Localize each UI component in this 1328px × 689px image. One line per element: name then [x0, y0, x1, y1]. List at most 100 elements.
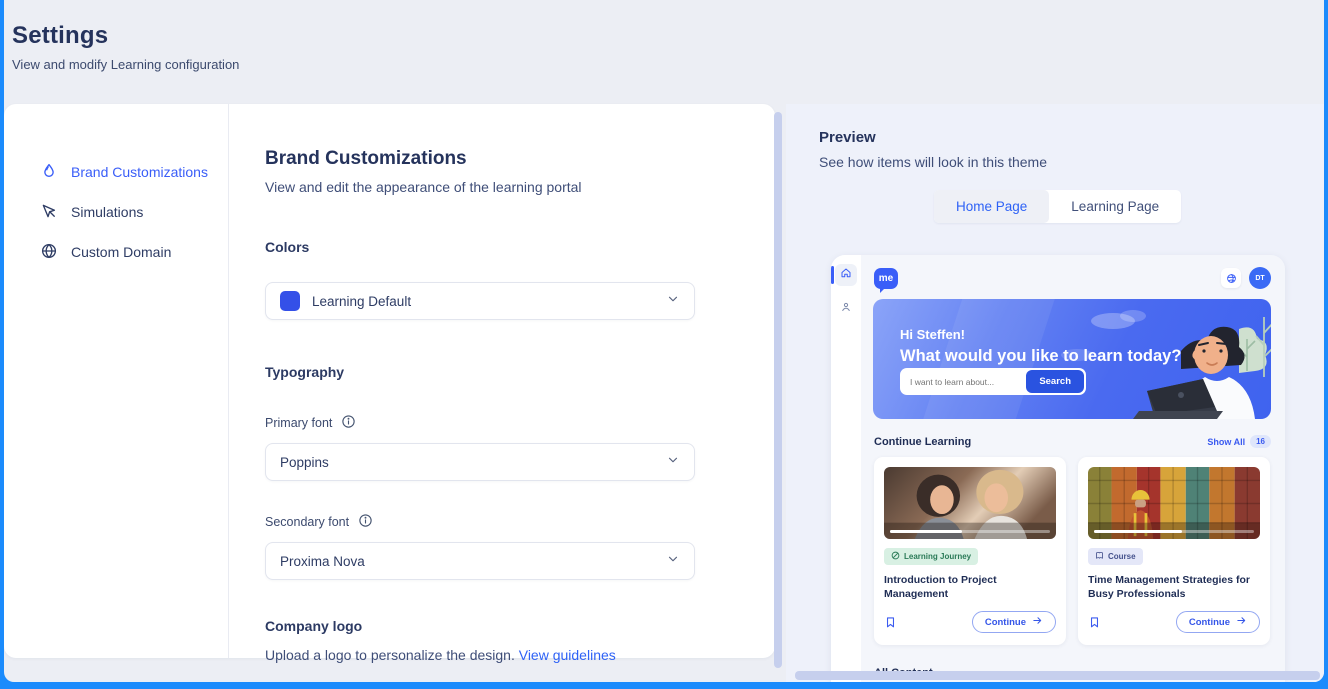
card-badge-label: Learning Journey: [904, 552, 971, 561]
page-title: Settings: [12, 22, 1324, 50]
primary-font-label-row: Primary font: [265, 414, 695, 432]
home-icon: [840, 266, 852, 284]
primary-font-value: Poppins: [280, 455, 329, 470]
portal-profile-nav[interactable]: [835, 298, 857, 320]
portal-hero-banner: Hi Steffen! What would you like to learn…: [873, 299, 1271, 419]
card-title: Time Management Strategies for Busy Prof…: [1088, 573, 1260, 601]
continue-learning-cards: Learning Journey Introduction to Project…: [874, 457, 1271, 645]
color-swatch: [280, 291, 300, 311]
portal-mini-sidebar: [831, 255, 861, 682]
arrow-right-icon: [1236, 615, 1247, 629]
hero-text: Hi Steffen! What would you like to learn…: [900, 327, 1181, 366]
hero-search-input[interactable]: [910, 377, 1026, 387]
preview-subtitle: See how items will look in this theme: [819, 154, 1324, 170]
show-all-link[interactable]: Show All 16: [1207, 435, 1271, 448]
primary-font-select[interactable]: Poppins: [265, 443, 695, 481]
chevron-down-icon: [666, 453, 680, 472]
card-thumbnail: [1088, 467, 1260, 539]
portal-home-nav[interactable]: [835, 264, 857, 286]
course-badge-icon: [1095, 551, 1104, 562]
secondary-font-label: Secondary font: [265, 515, 349, 529]
info-icon[interactable]: [341, 414, 356, 432]
arrow-right-icon: [1032, 615, 1043, 629]
colors-select-value: Learning Default: [312, 294, 411, 309]
card-progress-fill: [890, 530, 962, 533]
preview-tabs: Home Page Learning Page: [934, 190, 1181, 223]
portal-topbar-right: DT: [1221, 267, 1271, 289]
section-subtitle: View and edit the appearance of the lear…: [265, 179, 695, 195]
page-subtitle: View and modify Learning configuration: [12, 57, 1324, 72]
course-card-time-management[interactable]: Course Time Management Strategies for Bu…: [1078, 457, 1270, 645]
globe-icon: [40, 242, 58, 263]
colors-label: Colors: [265, 239, 695, 255]
primary-font-label: Primary font: [265, 416, 332, 430]
portal-preview-card: me DT: [831, 255, 1285, 682]
continue-learning-header: Continue Learning Show All 16: [874, 435, 1271, 448]
card-type-badge: Course: [1088, 548, 1143, 565]
chevron-down-icon: [666, 292, 680, 311]
card-progress-track: [1094, 530, 1254, 533]
continue-button[interactable]: Continue: [1176, 611, 1260, 633]
continue-button[interactable]: Continue: [972, 611, 1056, 633]
hero-greeting: Hi Steffen!: [900, 327, 1181, 342]
typography-label: Typography: [265, 364, 695, 380]
bookmark-icon[interactable]: [1088, 616, 1101, 629]
hero-search-bar: Search: [900, 368, 1086, 395]
hero-question: What would you like to learn today?: [900, 347, 1181, 366]
continue-button-label: Continue: [985, 617, 1026, 628]
language-globe-icon[interactable]: [1221, 268, 1241, 288]
brand-customizations-section: Brand Customizations View and edit the a…: [265, 104, 695, 658]
nav-item-simulations[interactable]: Simulations: [4, 192, 228, 232]
company-logo-label: Company logo: [265, 618, 695, 634]
vertical-scrollbar[interactable]: [774, 112, 782, 668]
app-root: Settings View and modify Learning config…: [0, 0, 1328, 689]
page-background: Settings View and modify Learning config…: [4, 0, 1324, 682]
card-progress-fill: [1094, 530, 1182, 533]
portal-body: me DT: [861, 255, 1285, 682]
tab-home-page[interactable]: Home Page: [934, 190, 1049, 223]
droplet-icon: [40, 162, 58, 183]
card-type-badge: Learning Journey: [884, 548, 978, 565]
journey-badge-icon: [891, 551, 900, 562]
portal-logo: me: [874, 268, 898, 289]
secondary-font-select[interactable]: Proxima Nova: [265, 542, 695, 580]
portal-topbar: me DT: [861, 255, 1285, 289]
preview-header: Preview See how items will look in this …: [786, 104, 1324, 170]
info-icon[interactable]: [358, 513, 373, 531]
secondary-font-value: Proxima Nova: [280, 554, 365, 569]
nav-item-custom-domain[interactable]: Custom Domain: [4, 232, 228, 272]
chevron-down-icon: [666, 552, 680, 571]
logo-description-text: Upload a logo to personalize the design.: [265, 647, 515, 663]
view-guidelines-link[interactable]: View guidelines: [519, 647, 616, 663]
card-title: Introduction to Project Management: [884, 573, 1056, 601]
tab-learning-page[interactable]: Learning Page: [1049, 190, 1181, 223]
colors-select[interactable]: Learning Default: [265, 282, 695, 320]
card-footer: Continue: [1088, 611, 1260, 633]
bookmark-icon[interactable]: [884, 616, 897, 629]
page-header: Settings View and modify Learning config…: [4, 0, 1324, 104]
preview-region: Preview See how items will look in this …: [786, 104, 1324, 682]
secondary-font-label-row: Secondary font: [265, 513, 695, 531]
continue-learning-title: Continue Learning: [874, 436, 971, 448]
hero-search-button[interactable]: Search: [1026, 370, 1084, 393]
continue-button-label: Continue: [1189, 617, 1230, 628]
settings-panel: Brand Customizations Simulations Custom …: [4, 104, 775, 658]
card-footer: Continue: [884, 611, 1056, 633]
card-badge-label: Course: [1108, 552, 1136, 561]
course-card-project-management[interactable]: Learning Journey Introduction to Project…: [874, 457, 1066, 645]
nav-item-label: Simulations: [71, 204, 143, 220]
card-progress-track: [890, 530, 1050, 533]
cursor-icon: [40, 202, 58, 223]
nav-item-brand-customizations[interactable]: Brand Customizations: [4, 152, 228, 192]
card-thumbnail: [884, 467, 1056, 539]
section-title: Brand Customizations: [265, 148, 695, 170]
preview-title: Preview: [819, 129, 1324, 146]
user-icon: [840, 300, 852, 318]
settings-nav: Brand Customizations Simulations Custom …: [4, 104, 229, 658]
horizontal-scrollbar[interactable]: [795, 671, 1320, 680]
show-all-label: Show All: [1207, 437, 1245, 447]
nav-item-label: Custom Domain: [71, 244, 171, 260]
portal-avatar[interactable]: DT: [1249, 267, 1271, 289]
company-logo-description: Upload a logo to personalize the design.…: [265, 647, 695, 663]
show-all-count-badge: 16: [1250, 435, 1271, 448]
